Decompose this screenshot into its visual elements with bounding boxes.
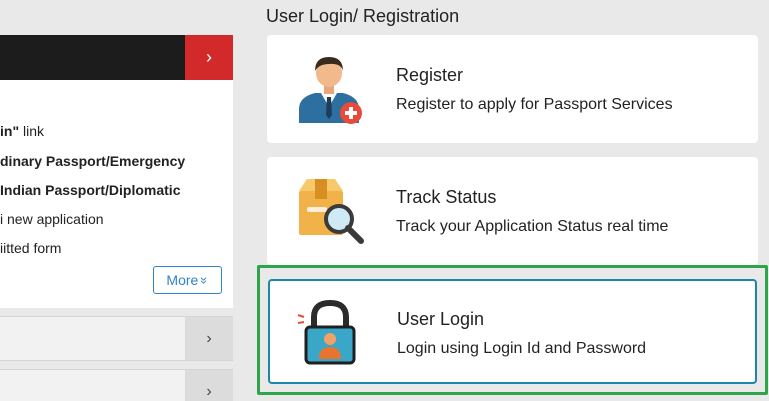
card-title: Track Status [396,187,497,207]
chevron-right-icon[interactable]: › [185,317,233,360]
info-line: dinary Passport/Emergency [0,153,186,169]
track-status-card[interactable]: Track Status Track your Application Stat… [267,157,758,265]
register-card[interactable]: Register Register to apply for Passport … [267,35,758,143]
card-description: Register to apply for Passport Services [396,96,673,113]
double-chevron-down-icon: » [197,276,213,284]
accordion-item[interactable]: › [0,369,233,401]
card-description: Track your Application Status real time [396,218,669,235]
info-line: Indian Passport/Diplomatic [0,182,181,198]
info-line: in" link [0,123,44,139]
chevron-right-icon[interactable]: › [185,35,233,80]
info-line: iitted form [0,240,62,256]
left-panel: › in" link dinary Passport/Emergency Ind… [0,0,233,401]
register-user-icon [293,53,365,125]
chevron-right-icon[interactable]: › [185,370,233,401]
more-label: More [166,272,199,288]
more-button[interactable]: More » [153,266,222,294]
track-package-icon [293,175,365,247]
accordion-item[interactable]: › [0,316,233,361]
card-title: Register [396,65,464,85]
info-line: i new application [0,211,104,227]
highlight-frame [257,265,768,395]
info-card: in" link dinary Passport/Emergency India… [0,80,233,308]
section-title: User Login/ Registration [266,6,460,26]
panel-header-bar[interactable]: › [0,35,233,80]
